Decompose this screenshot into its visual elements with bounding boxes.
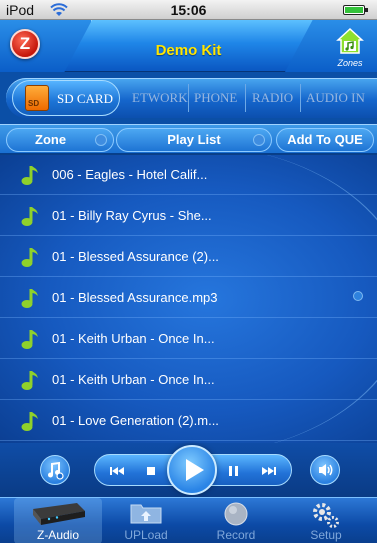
clock: 15:06 bbox=[170, 2, 207, 18]
track-title: 01 - Keith Urban - Once In... bbox=[52, 372, 215, 387]
music-note-icon bbox=[21, 330, 38, 349]
music-note-icon bbox=[21, 412, 38, 431]
music-note-icon bbox=[21, 207, 38, 226]
previous-icon[interactable] bbox=[109, 463, 125, 479]
bottom-nav: Z-Audio UPLoad Record Setup bbox=[0, 497, 377, 543]
zone-button[interactable]: Zone bbox=[6, 128, 114, 152]
chevron-down-icon bbox=[95, 134, 107, 146]
nav-z-audio-label: Z-Audio bbox=[36, 528, 80, 542]
add-to-queue-label: Add To QUE bbox=[287, 132, 363, 147]
transport-controls bbox=[0, 443, 377, 497]
track-row[interactable]: 01 - Keith Urban - Once In... bbox=[0, 360, 377, 400]
track-title: 01 - Billy Ray Cyrus - She... bbox=[52, 208, 212, 223]
tab-radio[interactable]: RADIO bbox=[252, 90, 293, 106]
track-title: 01 - Blessed Assurance (2)... bbox=[52, 249, 219, 264]
zones-label: Zones bbox=[337, 58, 363, 68]
track-title: 01 - Keith Urban - Once In... bbox=[52, 331, 215, 346]
music-settings-icon bbox=[48, 461, 64, 480]
tab-divider bbox=[245, 84, 246, 112]
tab-phone[interactable]: PHONE bbox=[194, 90, 237, 106]
track-row[interactable]: 01 - Love Generation (2).m... bbox=[0, 401, 377, 441]
music-note-icon bbox=[21, 371, 38, 390]
nav-upload[interactable]: UPLoad bbox=[102, 498, 190, 543]
track-title: 01 - Blessed Assurance.mp3 bbox=[52, 290, 218, 305]
nav-z-audio[interactable]: Z-Audio bbox=[14, 498, 102, 543]
status-bar: iPod 15:06 bbox=[0, 0, 377, 20]
action-bar: Zone Play List Add To QUE bbox=[0, 124, 377, 154]
track-row[interactable]: 01 - Keith Urban - Once In... bbox=[0, 319, 377, 359]
tab-sd-card-label: SD CARD bbox=[57, 91, 113, 106]
chevron-down-icon bbox=[253, 134, 265, 146]
battery-icon bbox=[343, 5, 368, 15]
nav-record-label: Record bbox=[216, 528, 256, 542]
stop-icon[interactable] bbox=[143, 463, 159, 479]
track-row[interactable]: 01 - Blessed Assurance (2)... bbox=[0, 237, 377, 277]
music-note-icon bbox=[21, 166, 38, 185]
playlist-button[interactable]: Play List bbox=[116, 128, 272, 152]
volume-icon bbox=[319, 464, 333, 476]
page-title: Demo Kit bbox=[155, 42, 222, 59]
tab-divider bbox=[188, 84, 189, 112]
track-row[interactable]: 006 - Eagles - Hotel Calif... bbox=[0, 155, 377, 195]
track-row[interactable]: 01 - Billy Ray Cyrus - She... bbox=[0, 196, 377, 236]
music-note-icon bbox=[21, 289, 38, 308]
title-bar: Z Demo Kit Zones bbox=[0, 20, 377, 72]
next-icon[interactable] bbox=[261, 463, 277, 479]
nav-upload-label: UPLoad bbox=[124, 528, 168, 542]
sd-card-icon: SD bbox=[25, 85, 49, 111]
playlist-label: Play List bbox=[167, 132, 221, 147]
add-to-queue-button[interactable]: Add To QUE bbox=[276, 128, 374, 152]
record-icon bbox=[224, 502, 248, 526]
gear-icon bbox=[313, 503, 339, 528]
track-row[interactable]: 01 - Blessed Assurance.mp3 bbox=[0, 278, 377, 318]
tab-divider bbox=[300, 84, 301, 112]
upload-folder-icon bbox=[130, 504, 162, 524]
track-list[interactable]: 006 - Eagles - Hotel Calif... 01 - Billy … bbox=[0, 155, 377, 443]
play-button[interactable] bbox=[167, 445, 217, 495]
tab-audio-in[interactable]: AUDIO IN bbox=[306, 90, 365, 106]
audio-device-icon bbox=[33, 503, 85, 525]
volume-button[interactable] bbox=[310, 455, 340, 485]
nav-record[interactable]: Record bbox=[192, 498, 280, 543]
zone-label: Zone bbox=[35, 132, 67, 147]
zones-button[interactable]: Zones bbox=[331, 24, 369, 68]
source-tabs: SD SD CARD ETWORK PHONE RADIO AUDIO IN bbox=[0, 72, 377, 124]
scroll-indicator[interactable] bbox=[353, 291, 363, 301]
tab-network[interactable]: ETWORK bbox=[132, 90, 188, 106]
music-settings-button[interactable] bbox=[40, 455, 70, 485]
home-icon bbox=[336, 27, 364, 54]
music-note-icon bbox=[21, 248, 38, 267]
track-title: 006 - Eagles - Hotel Calif... bbox=[52, 167, 208, 182]
track-title: 01 - Love Generation (2).m... bbox=[52, 413, 219, 428]
nav-setup-label: Setup bbox=[310, 528, 342, 542]
pause-icon[interactable] bbox=[225, 463, 241, 479]
nav-setup[interactable]: Setup bbox=[282, 498, 370, 543]
tab-sd-card[interactable]: SD SD CARD bbox=[12, 80, 120, 116]
play-icon bbox=[186, 459, 204, 481]
